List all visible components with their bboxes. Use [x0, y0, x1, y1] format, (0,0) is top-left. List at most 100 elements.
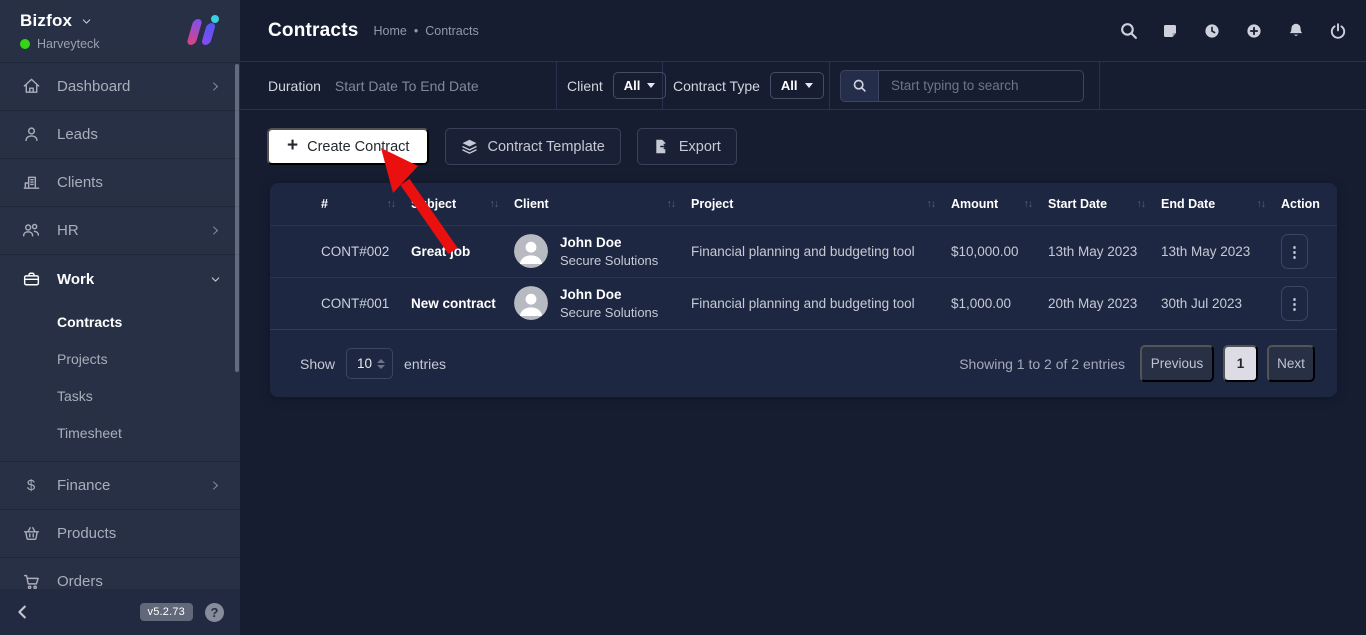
search-input[interactable]: [878, 69, 1084, 102]
search-icon[interactable]: [1118, 21, 1138, 41]
layers-icon: [462, 139, 478, 154]
pagination: Showing 1 to 2 of 2 entries Previous 1 N…: [959, 345, 1315, 382]
sidebar-item-leads[interactable]: Leads: [0, 111, 240, 159]
export-button[interactable]: Export: [636, 128, 737, 165]
sidebar-item-label: HR: [57, 222, 79, 239]
sidebar-item-timesheet[interactable]: Timesheet: [0, 414, 240, 451]
topbar: Contracts Home • Contracts: [240, 0, 1366, 61]
column-header-subject[interactable]: Subject ↑↓: [411, 197, 514, 211]
column-header-start-date[interactable]: Start Date ↑↓: [1048, 197, 1161, 211]
sort-icon[interactable]: ↑↓: [927, 198, 936, 210]
column-header-id[interactable]: # ↑↓: [321, 197, 411, 211]
sidebar-item-contracts[interactable]: Contracts: [0, 303, 240, 340]
collapse-sidebar-icon[interactable]: [14, 603, 32, 621]
workspace-name: Harveyteck: [37, 37, 100, 51]
contract-type-filter: Contract Type All: [663, 62, 830, 109]
filter-bar-spacer: [1100, 62, 1366, 109]
version-badge: v5.2.73: [139, 603, 193, 621]
dollar-icon: $: [26, 477, 36, 494]
client-dropdown[interactable]: All: [612, 72, 667, 99]
column-header-end-date[interactable]: End Date ↑↓: [1161, 197, 1281, 211]
workspace-switcher[interactable]: Bizfox: [20, 11, 100, 31]
breadcrumb-home[interactable]: Home: [373, 24, 406, 38]
sort-icon[interactable]: ↑↓: [667, 198, 676, 210]
page-size-select[interactable]: 10: [346, 348, 394, 379]
sidebar: Bizfox Harveyteck Dashboard Leads Client…: [0, 0, 240, 635]
contract-template-label: Contract Template: [487, 138, 605, 155]
amount-cell: $1,000.00: [951, 296, 1012, 311]
amount-cell: $10,000.00: [951, 244, 1019, 259]
notes-icon[interactable]: [1160, 21, 1180, 41]
duration-label: Duration: [268, 77, 321, 94]
duration-value[interactable]: Start Date To End Date: [335, 78, 479, 94]
sort-icon[interactable]: ↑↓: [387, 198, 396, 210]
main-area: Contracts Home • Contracts Duration Star…: [240, 0, 1366, 635]
app-root: Bizfox Harveyteck Dashboard Leads Client…: [0, 0, 1366, 635]
sort-icon[interactable]: ↑↓: [490, 198, 499, 210]
sidebar-item-tasks[interactable]: Tasks: [0, 377, 240, 414]
contract-type-dropdown[interactable]: All: [769, 72, 824, 99]
notifications-icon[interactable]: [1286, 21, 1306, 41]
create-contract-label: Create Contract: [307, 138, 410, 155]
caret-down-icon: [647, 83, 656, 88]
sidebar-item-label: Dashboard: [57, 78, 131, 95]
add-icon[interactable]: [1244, 21, 1264, 41]
sort-icon[interactable]: ↑↓: [1137, 198, 1146, 210]
start-date-cell: 20th May 2023: [1048, 296, 1138, 311]
bizfox-logo-icon: [184, 14, 222, 48]
sidebar-scrollbar[interactable]: [235, 64, 239, 372]
row-actions-button[interactable]: ⋮: [1281, 234, 1308, 269]
sidebar-item-projects[interactable]: Projects: [0, 340, 240, 377]
page-number-button[interactable]: 1: [1223, 345, 1258, 382]
client-label: Client: [567, 77, 603, 94]
page-size-control: Show 10 entries: [300, 348, 446, 379]
user-icon: [20, 125, 42, 145]
basket-icon: [20, 524, 42, 544]
duration-filter[interactable]: Duration Start Date To End Date: [240, 62, 557, 109]
sidebar-footer: v5.2.73 ?: [0, 589, 240, 635]
previous-page-button[interactable]: Previous: [1140, 345, 1214, 382]
sort-icon[interactable]: ↑↓: [1024, 198, 1033, 210]
chevron-down-icon: [211, 276, 220, 282]
column-header-amount[interactable]: Amount ↑↓: [951, 197, 1048, 211]
search-addon-icon: [840, 69, 878, 102]
show-label: Show: [300, 355, 336, 372]
chevron-right-icon: [213, 481, 218, 490]
sidebar-item-label: Timesheet: [57, 424, 122, 441]
building-icon: [20, 173, 42, 193]
sidebar-item-clients[interactable]: Clients: [0, 159, 240, 207]
project-cell: Financial planning and budgeting tool: [691, 296, 915, 311]
row-actions-button[interactable]: ⋮: [1281, 286, 1308, 321]
table-footer: Show 10 entries Showing 1 to 2 of 2 entr…: [270, 329, 1337, 397]
contract-template-button[interactable]: Contract Template: [445, 128, 621, 165]
breadcrumb-separator: •: [413, 23, 419, 38]
sidebar-nav: Dashboard Leads Clients HR Work Contract…: [0, 62, 240, 606]
sidebar-item-dashboard[interactable]: Dashboard: [0, 63, 240, 111]
sidebar-item-label: Leads: [57, 126, 98, 143]
spinner-icons[interactable]: [377, 358, 386, 369]
column-header-client[interactable]: Client ↑↓: [514, 197, 691, 211]
sort-icon[interactable]: ↑↓: [1257, 198, 1266, 210]
next-page-button[interactable]: Next: [1267, 345, 1315, 382]
sidebar-item-hr[interactable]: HR: [0, 207, 240, 255]
work-submenu: Contracts Projects Tasks Timesheet: [0, 303, 240, 462]
client-company: Secure Solutions: [560, 304, 659, 320]
table-header-row: # ↑↓ Subject ↑↓ Client ↑↓ Project ↑↓ Amount ↑…: [270, 183, 1337, 225]
create-contract-button[interactable]: + Create Contract: [267, 128, 430, 165]
sidebar-item-work[interactable]: Work: [0, 255, 240, 303]
search-section: [830, 62, 1100, 109]
client-filter: Client All: [557, 62, 667, 109]
contract-type-label: Contract Type: [673, 77, 760, 94]
page-title: Contracts: [268, 19, 359, 41]
power-icon[interactable]: [1328, 21, 1348, 41]
export-icon: [656, 139, 668, 154]
sidebar-item-finance[interactable]: $ Finance: [0, 462, 240, 510]
workspace-status: Harveyteck: [20, 37, 100, 51]
sidebar-item-products[interactable]: Products: [0, 510, 240, 558]
contract-subject[interactable]: Great job: [411, 244, 514, 259]
contract-subject[interactable]: New contract: [411, 296, 514, 311]
help-icon[interactable]: ?: [205, 602, 224, 622]
column-header-project[interactable]: Project ↑↓: [691, 197, 951, 211]
clock-icon[interactable]: [1202, 21, 1222, 41]
contract-id: CONT#002: [321, 244, 390, 259]
